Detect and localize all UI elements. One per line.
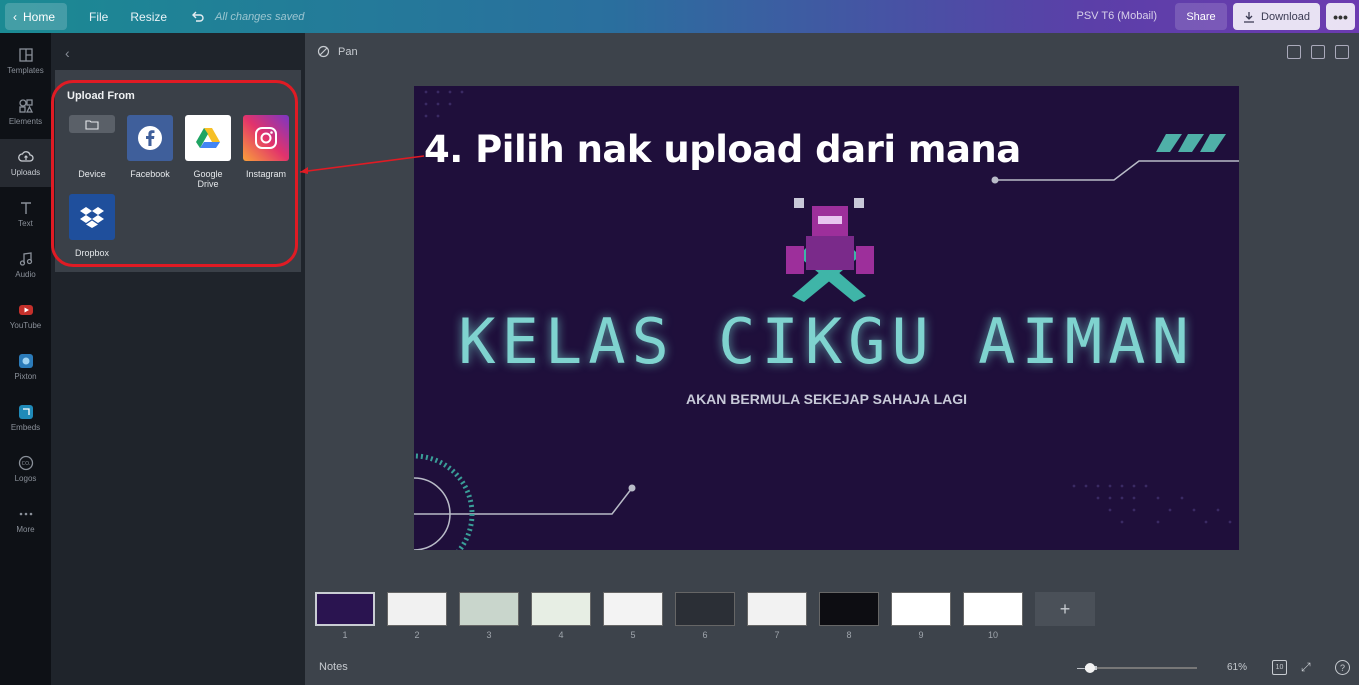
left-rail: Templates Elements Uploads Text Audio Yo… <box>0 33 51 685</box>
page-thumbnail[interactable] <box>963 592 1023 626</box>
chevron-left-icon[interactable]: ‹ <box>65 45 70 61</box>
pan-tool[interactable]: Pan <box>317 45 358 58</box>
download-button[interactable]: Download <box>1233 3 1320 30</box>
page-number: 4 <box>558 630 564 640</box>
rail-label: Pixton <box>14 372 37 381</box>
rail-label: More <box>16 525 35 534</box>
page-thumbnail[interactable] <box>315 592 375 626</box>
pixton-icon <box>18 354 33 368</box>
rail-item-pixton[interactable]: Pixton <box>0 343 51 391</box>
rail-item-text[interactable]: Text <box>0 190 51 238</box>
zoom-level[interactable]: 61% <box>1227 662 1247 673</box>
add-page-icon[interactable] <box>1287 45 1301 59</box>
more-icon <box>19 512 32 516</box>
add-page-button[interactable]: + <box>1035 592 1095 626</box>
page-thumbnail[interactable] <box>747 592 807 626</box>
delete-page-icon[interactable] <box>1335 45 1349 59</box>
page-filmstrip: 1 2 3 4 5 6 7 8 9 10 + <box>305 582 1359 642</box>
pan-icon <box>317 45 330 58</box>
rail-item-youtube[interactable]: YouTube <box>0 292 51 340</box>
page-number: 1 <box>342 630 348 640</box>
youtube-icon <box>18 305 33 315</box>
callout-arrow <box>299 155 425 174</box>
rail-label: Logos <box>14 474 37 483</box>
page-thumbnail[interactable] <box>459 592 519 626</box>
editor-footer: Notes – 61% 10 ⤢ ? <box>305 652 1359 685</box>
rail-item-more[interactable]: More <box>0 496 51 544</box>
resize-menu[interactable]: Resize <box>130 10 167 24</box>
ninja-mascot <box>786 198 874 302</box>
slide-title: KELAS CIKGU AIMAN <box>458 305 1195 378</box>
rail-item-templates[interactable]: Templates <box>0 37 51 85</box>
tutorial-callout: 4. Pilih nak upload dari mana <box>424 128 1021 171</box>
uploads-icon <box>17 151 34 162</box>
top-bar: ‹ Home File Resize All changes saved PSV… <box>0 0 1359 33</box>
duplicate-page-icon[interactable] <box>1311 45 1325 59</box>
page-number: 8 <box>846 630 852 640</box>
chevron-left-icon: ‹ <box>13 9 17 24</box>
notes-button[interactable]: Notes <box>319 661 348 673</box>
more-options-button[interactable]: ••• <box>1326 3 1355 30</box>
home-label: Home <box>23 9 56 24</box>
rail-label: Text <box>18 219 33 228</box>
save-status: All changes saved <box>215 10 305 23</box>
page-number: 7 <box>774 630 780 640</box>
page-thumbnail[interactable] <box>675 592 735 626</box>
rail-item-elements[interactable]: Elements <box>0 88 51 136</box>
rail-item-embeds[interactable]: Embeds <box>0 394 51 442</box>
rail-label: Elements <box>8 117 43 126</box>
page-actions <box>1287 45 1349 59</box>
fullscreen-icon[interactable]: ⤢ <box>1301 660 1311 675</box>
page-thumbnail[interactable] <box>603 592 663 626</box>
download-label: Download <box>1261 10 1310 23</box>
page-number: 10 <box>987 630 998 640</box>
page-thumbnail[interactable] <box>531 592 591 626</box>
page-thumbnail[interactable] <box>387 592 447 626</box>
page-thumbnail[interactable] <box>891 592 951 626</box>
rail-item-logos[interactable]: CO. Logos <box>0 445 51 493</box>
pan-label: Pan <box>338 45 358 58</box>
rail-label: Embeds <box>10 423 41 432</box>
text-icon <box>20 202 31 214</box>
zoom-out-icon[interactable]: – <box>1077 659 1085 675</box>
rail-label: YouTube <box>9 321 42 330</box>
page-number: 9 <box>918 630 924 640</box>
share-button[interactable]: Share <box>1175 3 1227 30</box>
zoom-slider-handle[interactable] <box>1085 663 1095 673</box>
rail-label: Uploads <box>10 168 41 177</box>
svg-text:CO.: CO. <box>21 461 30 467</box>
download-icon <box>1244 11 1255 23</box>
rail-label: Audio <box>15 270 36 279</box>
home-button[interactable]: ‹ Home <box>5 3 68 30</box>
page-number: 6 <box>702 630 708 640</box>
templates-icon <box>18 48 33 62</box>
audio-icon <box>19 252 32 266</box>
embeds-icon <box>18 405 33 419</box>
rail-item-uploads[interactable]: Uploads <box>0 139 51 187</box>
help-icon[interactable]: ? <box>1335 660 1350 675</box>
rail-item-audio[interactable]: Audio <box>0 241 51 289</box>
logos-icon: CO. <box>18 455 33 471</box>
document-title[interactable]: PSV T6 (Mobail) <box>1077 10 1158 22</box>
rail-label: Templates <box>7 66 44 75</box>
page-thumbnail[interactable] <box>819 592 879 626</box>
page-number: 3 <box>486 630 492 640</box>
slide-subtitle: AKAN BERMULA SEKEJAP SAHAJA LAGI <box>685 391 968 407</box>
upload-from-highlight <box>51 80 298 267</box>
zoom-slider-track[interactable] <box>1085 667 1197 669</box>
undo-icon[interactable] <box>191 10 205 24</box>
file-menu[interactable]: File <box>89 10 108 24</box>
page-number: 2 <box>414 630 420 640</box>
page-number: 5 <box>630 630 636 640</box>
elements-icon <box>18 99 33 113</box>
page-count-icon[interactable]: 10 <box>1272 660 1287 675</box>
